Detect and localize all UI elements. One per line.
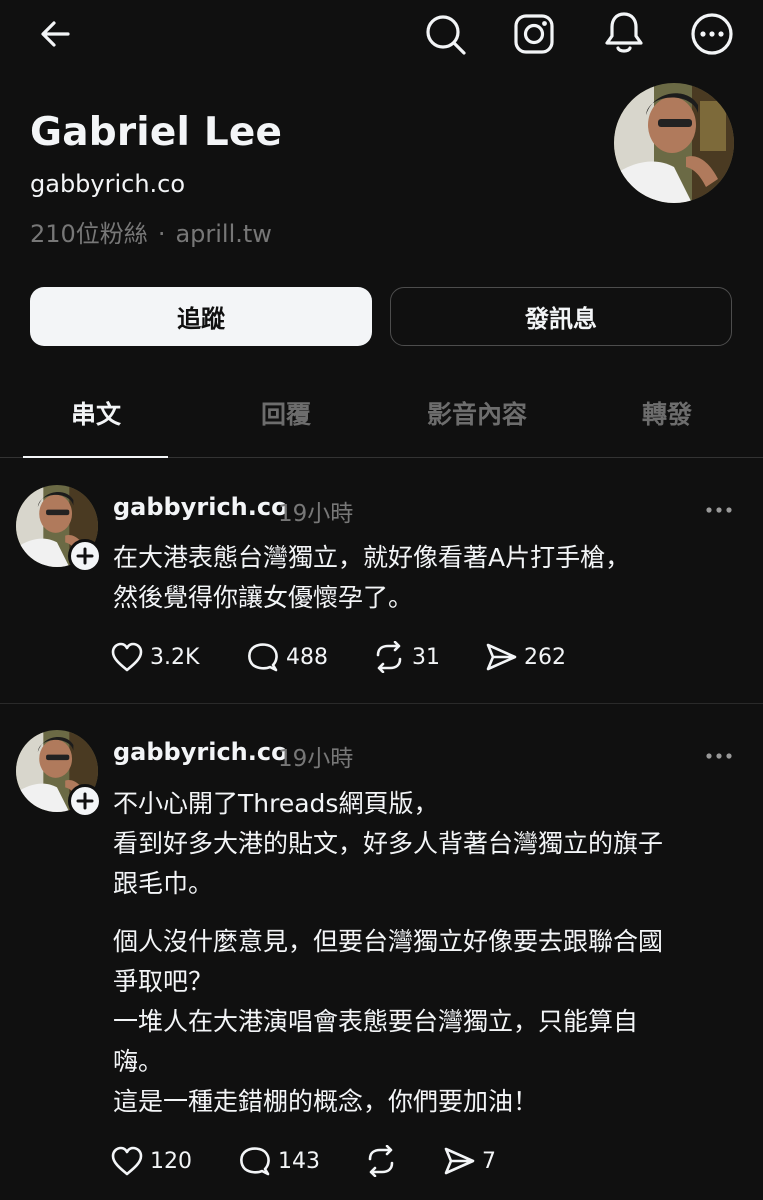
comment-count: 143 <box>278 1148 320 1174</box>
post-line: 在大港表態台灣獨立，就好像看著A片打手槍， <box>113 543 631 572</box>
heart-icon <box>111 1146 143 1176</box>
post-line: 個人沒什麼意見，但要台灣獨立好像要去跟聯合國 <box>113 927 664 956</box>
like-button[interactable]: 120 <box>110 1145 192 1177</box>
post-actions: 120 143 7 <box>110 1145 610 1181</box>
tab-replies[interactable]: 回覆 <box>206 395 366 431</box>
meta-separator: · <box>157 220 166 248</box>
share-count: 262 <box>524 644 566 670</box>
heart-icon <box>111 642 143 672</box>
like-count: 120 <box>150 1148 192 1174</box>
like-count: 3.2K <box>150 644 200 670</box>
comment-button[interactable]: 488 <box>246 641 328 673</box>
tab-reposts[interactable]: 轉發 <box>587 395 747 431</box>
top-bar <box>0 0 763 70</box>
tab-threads[interactable]: 串文 <box>16 395 176 431</box>
post-line: 不小心開了Threads網頁版， <box>113 789 439 818</box>
instagram-icon[interactable] <box>510 10 558 58</box>
post-body: 在大港表態台灣獨立，就好像看著A片打手槍， 然後覺得你讓女優懷孕了。 <box>113 538 630 618</box>
notification-bell-icon[interactable] <box>600 8 648 58</box>
profile-link[interactable]: aprill.tw <box>175 220 271 248</box>
send-icon <box>444 1147 475 1175</box>
back-arrow-icon[interactable] <box>36 14 76 54</box>
comment-count: 488 <box>286 644 328 670</box>
post-line: 跟毛巾。 <box>113 869 214 898</box>
post-line: 嗨。 <box>113 1047 164 1076</box>
post-card[interactable]: gabbyrich.co 19小時 不小心開了Threads網頁版， 看到好多大… <box>0 704 763 1200</box>
comment-button[interactable]: 143 <box>238 1145 320 1177</box>
more-options-icon[interactable] <box>688 10 736 58</box>
post-timestamp: 19小時 <box>278 746 354 772</box>
profile-name: Gabriel Lee <box>30 110 283 155</box>
like-button[interactable]: 3.2K <box>110 641 199 673</box>
follow-plus-icon[interactable] <box>68 784 102 818</box>
post-actions: 3.2K 488 31 262 <box>110 641 610 677</box>
post-card[interactable]: gabbyrich.co 19小時 在大港表態台灣獨立，就好像看著A片打手槍， … <box>0 458 763 703</box>
repost-icon <box>368 1145 394 1177</box>
follow-button[interactable]: 追蹤 <box>30 287 372 346</box>
message-button[interactable]: 發訊息 <box>390 287 732 346</box>
post-more-icon[interactable] <box>705 500 733 519</box>
repost-button[interactable] <box>364 1145 404 1177</box>
comment-icon <box>240 1147 270 1176</box>
post-line: 一堆人在大港演唱會表態要台灣獨立，只能算自 <box>113 1007 639 1036</box>
search-icon[interactable] <box>421 10 469 58</box>
share-count: 7 <box>482 1148 496 1174</box>
post-username[interactable]: gabbyrich.co <box>113 493 288 521</box>
post-timestamp: 19小時 <box>278 501 354 527</box>
follow-plus-icon[interactable] <box>68 539 102 573</box>
post-line: 爭取吧？ <box>113 967 214 996</box>
post-more-icon[interactable] <box>705 746 733 765</box>
post-body: 不小心開了Threads網頁版， 看到好多大港的貼文，好多人背著台灣獨立的旗子 … <box>113 784 663 1122</box>
post-line: 看到好多大港的貼文，好多人背著台灣獨立的旗子 <box>113 829 664 858</box>
share-button[interactable]: 7 <box>442 1145 496 1177</box>
post-line: 這是一種走錯棚的概念，你們要加油！ <box>113 1087 539 1116</box>
repost-icon <box>376 641 402 673</box>
post-line: 然後覺得你讓女優懷孕了。 <box>113 583 414 612</box>
profile-tabs: 串文 回覆 影音內容 轉發 <box>0 380 763 458</box>
repost-count: 31 <box>412 644 440 670</box>
tab-media[interactable]: 影音內容 <box>397 395 557 431</box>
send-icon <box>486 643 517 671</box>
profile-avatar[interactable] <box>614 83 734 203</box>
comment-icon <box>248 643 278 672</box>
follower-count[interactable]: 210位粉絲 <box>30 220 148 248</box>
repost-button[interactable]: 31 <box>372 641 440 673</box>
share-button[interactable]: 262 <box>484 641 566 673</box>
profile-handle: gabbyrich.co <box>30 170 186 198</box>
profile-meta: 210位粉絲 · aprill.tw <box>30 214 272 249</box>
post-username[interactable]: gabbyrich.co <box>113 738 288 766</box>
